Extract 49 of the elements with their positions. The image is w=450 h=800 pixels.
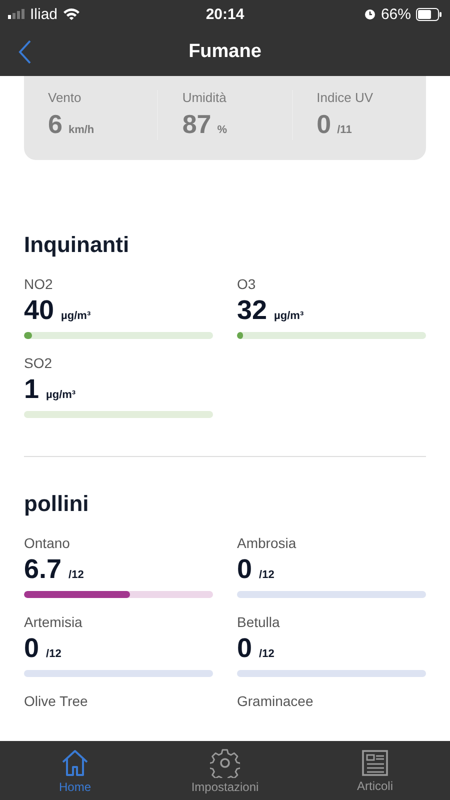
tab[interactable]: Home <box>0 741 150 800</box>
signal-icon <box>8 9 25 19</box>
battery-percent: 66% <box>380 6 411 22</box>
tab[interactable]: Articoli <box>300 741 450 800</box>
back-icon[interactable] <box>18 40 32 64</box>
weather-unit: /11 <box>337 124 352 136</box>
weather-value: 0 <box>316 109 332 139</box>
page-title: Fumane <box>188 41 262 63</box>
pollutant-name: NO2 <box>24 276 54 292</box>
pollen-unit: /12 <box>46 648 62 660</box>
weather-value: 6 <box>48 109 62 139</box>
weather-unit: km/h <box>68 124 94 136</box>
pollutant-value: 1 <box>24 374 40 405</box>
battery-icon <box>416 8 442 20</box>
pollen-name: Artemisia <box>24 614 84 630</box>
pollen-name: Ontano <box>24 535 71 551</box>
weather-label: Indice UV <box>316 90 374 105</box>
pollen-value: 0 <box>24 633 40 664</box>
pollen-name: Olive Tree <box>24 693 89 709</box>
pollen-unit: /12 <box>259 569 274 581</box>
pollen-name: Betulla <box>237 614 281 630</box>
pollen-unit: /12 <box>259 648 274 660</box>
wifi-icon <box>62 8 80 20</box>
carrier-name: Iliad <box>30 6 58 22</box>
pollutant-name: O3 <box>237 276 257 292</box>
pollen-value: 0 <box>237 633 252 664</box>
weather-unit: % <box>217 124 228 136</box>
pollen-name: Ambrosia <box>237 535 298 551</box>
weather-value: 87 <box>182 109 212 139</box>
pollen-unit: /12 <box>68 569 84 581</box>
tab[interactable]: Impostazioni <box>150 741 300 800</box>
clock-time: 20:14 <box>206 6 244 22</box>
pollen-name: Graminacee <box>237 693 314 709</box>
weather-label: Vento <box>48 90 82 105</box>
pollutant-unit: µg/m³ <box>61 310 91 322</box>
pollutant-value: 40 <box>24 295 54 326</box>
home-icon <box>60 748 90 778</box>
newspaper-icon <box>361 748 389 776</box>
section-title: pollini <box>24 491 90 517</box>
alarm-icon <box>364 8 376 20</box>
settings-icon <box>210 748 240 778</box>
pollutant-unit: µg/m³ <box>46 389 76 401</box>
pollen-value: 6.7 <box>24 554 62 585</box>
pollutant-value: 32 <box>237 295 268 326</box>
section-title: Inquinanti <box>24 232 130 258</box>
pollutant-unit: µg/m³ <box>274 310 304 322</box>
pollutant-name: SO2 <box>24 355 54 371</box>
weather-label: Umidità <box>182 90 228 105</box>
pollen-value: 0 <box>237 554 252 585</box>
